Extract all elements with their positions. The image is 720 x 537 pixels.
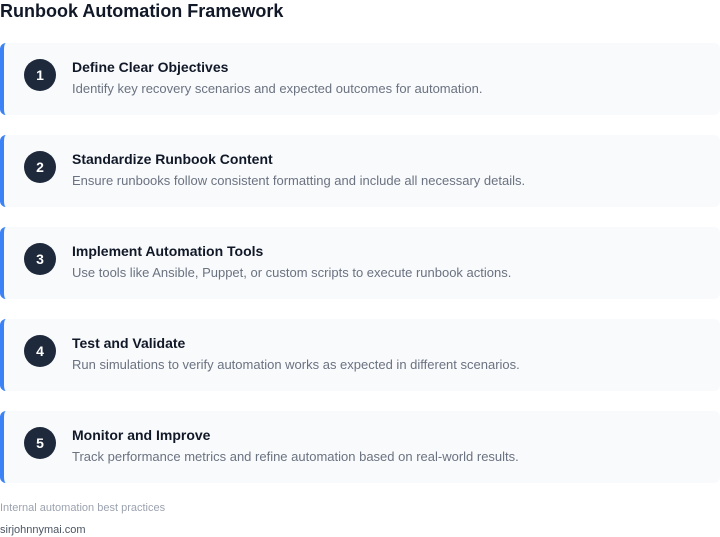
steps-list: 1 Define Clear Objectives Identify key r…	[0, 43, 720, 483]
step-title: Define Clear Objectives	[72, 59, 229, 75]
step-title: Test and Validate	[72, 335, 186, 351]
step-card: 2 Standardize Runbook Content Ensure run…	[0, 135, 720, 207]
step-number-badge: 5	[24, 427, 56, 459]
footer-source: sirjohnnymai.com	[0, 524, 86, 536]
step-card: 1 Define Clear Objectives Identify key r…	[0, 43, 720, 115]
step-number-badge: 4	[24, 335, 56, 367]
step-card: 4 Test and Validate Run simulations to v…	[0, 319, 720, 391]
step-number-badge: 1	[24, 59, 56, 91]
step-number-badge: 3	[24, 243, 56, 275]
step-number-badge: 2	[24, 151, 56, 183]
step-title: Monitor and Improve	[72, 427, 211, 443]
step-card: 5 Monitor and Improve Track performance …	[0, 411, 720, 483]
footer-note: Internal automation best practices	[0, 502, 166, 514]
page-title: Runbook Automation Framework	[0, 1, 284, 21]
step-card: 3 Implement Automation Tools Use tools l…	[0, 227, 720, 299]
step-description: Ensure runbooks follow consistent format…	[72, 173, 526, 188]
step-description: Use tools like Ansible, Puppet, or custo…	[72, 265, 512, 280]
step-description: Identify key recovery scenarios and expe…	[72, 81, 483, 96]
step-title: Implement Automation Tools	[72, 243, 264, 259]
step-description: Track performance metrics and refine aut…	[72, 449, 519, 464]
step-description: Run simulations to verify automation wor…	[72, 357, 520, 372]
step-title: Standardize Runbook Content	[72, 151, 273, 167]
